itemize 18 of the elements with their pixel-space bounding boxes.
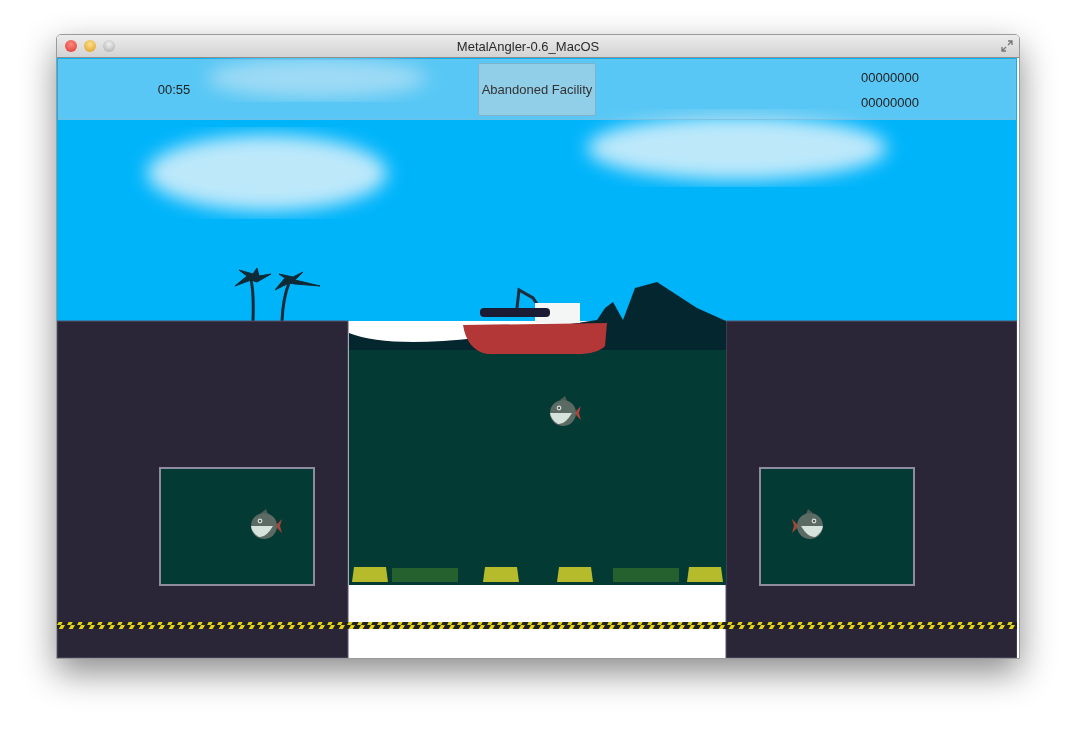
score: 00000000 — [861, 69, 919, 85]
fullscreen-icon[interactable] — [1001, 40, 1013, 52]
fish-drawing — [792, 509, 823, 539]
bucket — [352, 567, 388, 582]
bucket — [557, 567, 593, 582]
zoom-button[interactable] — [103, 40, 115, 52]
fish-drawing — [251, 509, 282, 539]
crate — [392, 568, 458, 582]
window-title: MetalAngler-0.6_MacOS — [455, 38, 601, 54]
level-name-button[interactable]: Abandoned Facility — [477, 63, 597, 116]
score: 00000000 — [861, 94, 919, 110]
minimize-button[interactable] — [84, 40, 96, 52]
timer: 00:55 — [156, 82, 192, 97]
bucket — [483, 567, 519, 582]
close-button[interactable] — [65, 40, 77, 52]
fish-drawing — [550, 396, 581, 426]
bucket — [687, 567, 723, 582]
crate — [613, 568, 679, 582]
